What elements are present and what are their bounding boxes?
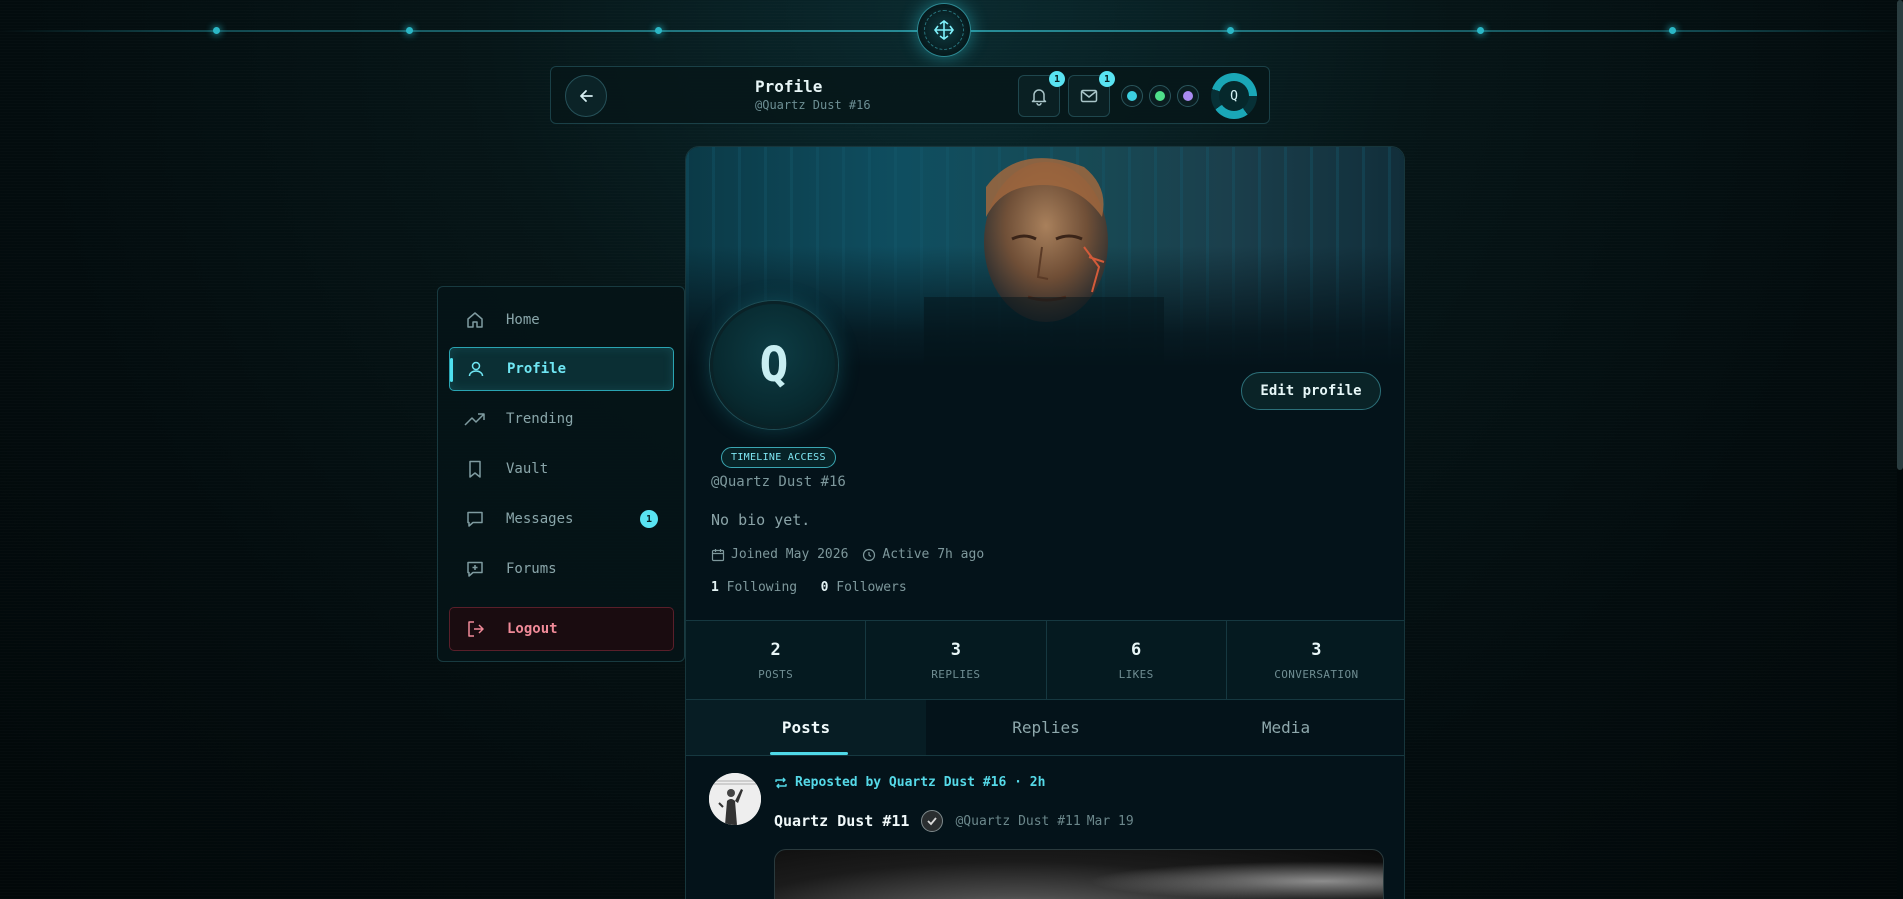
follow-counts: 1 Following 0 Followers: [711, 580, 907, 595]
logout-icon: [465, 618, 487, 640]
top-header: Profile @Quartz Dust #16 1 1 Q: [550, 66, 1270, 124]
status-indicator-purple[interactable]: [1177, 85, 1199, 107]
rail-node: [1477, 27, 1484, 34]
post-author-name[interactable]: Quartz Dust #11: [774, 812, 909, 830]
repost-icon: [775, 777, 787, 788]
statue-avatar-image: [709, 773, 761, 825]
repost-text: Reposted by Quartz Dust #16 · 2h: [795, 775, 1046, 790]
trending-icon: [464, 408, 486, 430]
avatar-initial: Q: [1219, 81, 1249, 111]
stat-value: 6: [1131, 639, 1142, 660]
bookmark-icon: [464, 458, 486, 480]
user-icon: [465, 358, 487, 380]
stat-label: CONVERSATION: [1274, 667, 1359, 681]
clock-icon: [863, 548, 876, 561]
last-active: Active 7h ago: [882, 547, 985, 562]
status-indicator-green[interactable]: [1149, 85, 1171, 107]
tab-media[interactable]: Media: [1166, 700, 1404, 755]
stat-value: 3: [950, 639, 961, 660]
sidebar-item-trending[interactable]: Trending: [449, 397, 674, 441]
following-link[interactable]: 1 Following: [711, 580, 797, 595]
sidebar-item-label: Profile: [507, 361, 567, 377]
rail-node: [1669, 27, 1676, 34]
access-badge: TIMELINE ACCESS: [721, 447, 836, 468]
edit-profile-button[interactable]: Edit profile: [1241, 372, 1381, 410]
sidebar-item-home[interactable]: Home: [449, 298, 674, 342]
messages-count-badge: 1: [640, 510, 658, 528]
profile-stats: 2 POSTS 3 REPLIES 6 LIKES 3 CONVERSATION: [686, 620, 1404, 700]
sidebar-item-messages[interactable]: Messages 1: [449, 497, 674, 541]
scrollbar-thumb[interactable]: [1897, 0, 1903, 470]
rail-node: [213, 27, 220, 34]
profile-bio: No bio yet.: [711, 511, 811, 529]
stat-conversation[interactable]: 3 CONVERSATION: [1226, 621, 1404, 699]
stat-label: LIKES: [1118, 667, 1154, 681]
post-date: Mar 19: [1086, 813, 1134, 829]
joined-date: Joined May 2026: [731, 547, 849, 562]
notifications-button[interactable]: 1: [1018, 71, 1065, 117]
messages-button[interactable]: 1: [1068, 71, 1115, 117]
sidebar-item-label: Trending: [506, 411, 574, 427]
calendar-icon: [711, 548, 725, 561]
following-label: Following: [726, 580, 798, 595]
page-title: Profile: [755, 77, 823, 96]
sidebar-nav: Home Profile Trending Vault Messages 1 F…: [437, 286, 685, 662]
status-indicator-cyan[interactable]: [1121, 85, 1143, 107]
post-header: Quartz Dust #11 @Quartz Dust #11 Mar 19: [774, 810, 1134, 832]
mail-icon: [1080, 89, 1098, 103]
message-count-badge: 1: [1099, 71, 1115, 87]
arrow-left-icon: [580, 90, 593, 102]
sidebar-item-label: Messages: [506, 511, 574, 527]
profile-tabs: Posts Replies Media: [686, 700, 1404, 756]
stat-value: 3: [1311, 639, 1322, 660]
stat-label: POSTS: [758, 667, 794, 681]
user-avatar-button[interactable]: Q: [1211, 73, 1257, 119]
forum-icon: [464, 558, 486, 580]
sidebar-item-label: Forums: [506, 561, 557, 577]
stat-value: 2: [770, 639, 781, 660]
rail-node: [655, 27, 662, 34]
sidebar-item-forums[interactable]: Forums: [449, 547, 674, 591]
post-author-avatar[interactable]: [709, 773, 761, 825]
post-author-handle: @Quartz Dust #11: [955, 813, 1081, 829]
profile-avatar[interactable]: Q: [710, 301, 838, 429]
tab-replies[interactable]: Replies: [926, 700, 1166, 755]
profile-card: Q Edit profile TIMELINE ACCESS @Quartz D…: [685, 146, 1405, 899]
repost-indicator: Reposted by Quartz Dust #16 · 2h: [774, 775, 1045, 790]
sidebar-item-vault[interactable]: Vault: [449, 447, 674, 491]
back-button[interactable]: [565, 75, 607, 117]
hub-emblem-icon[interactable]: [917, 3, 971, 57]
verified-badge-icon: [921, 810, 944, 832]
following-count: 1: [711, 580, 719, 595]
home-icon: [464, 309, 486, 331]
message-icon: [464, 508, 486, 530]
stat-posts[interactable]: 2 POSTS: [686, 621, 867, 699]
profile-handle: @Quartz Dust #16: [711, 474, 846, 490]
rail-node: [406, 27, 413, 34]
rail-node: [1227, 27, 1234, 34]
profile-meta: Joined May 2026 Active 7h ago: [711, 547, 998, 562]
logout-button[interactable]: Logout: [449, 607, 674, 651]
page-subtitle: @Quartz Dust #16: [755, 98, 871, 112]
followers-count: 0: [820, 580, 829, 595]
feed-post[interactable]: Reposted by Quartz Dust #16 · 2h Quartz …: [686, 756, 1404, 899]
notification-count-badge: 1: [1049, 71, 1065, 87]
bell-icon: [1031, 89, 1047, 106]
sidebar-item-label: Vault: [506, 461, 549, 477]
stat-label: REPLIES: [931, 667, 981, 681]
tab-posts[interactable]: Posts: [686, 700, 926, 755]
post-media-image[interactable]: [774, 849, 1384, 899]
stat-replies[interactable]: 3 REPLIES: [866, 621, 1047, 699]
followers-link[interactable]: 0 Followers: [821, 580, 907, 595]
banner-portrait-image: [924, 158, 1164, 367]
sidebar-item-profile[interactable]: Profile: [449, 347, 674, 391]
followers-label: Followers: [836, 580, 907, 595]
logout-label: Logout: [507, 621, 558, 637]
sidebar-item-label: Home: [506, 312, 540, 328]
stat-likes[interactable]: 6 LIKES: [1046, 621, 1227, 699]
